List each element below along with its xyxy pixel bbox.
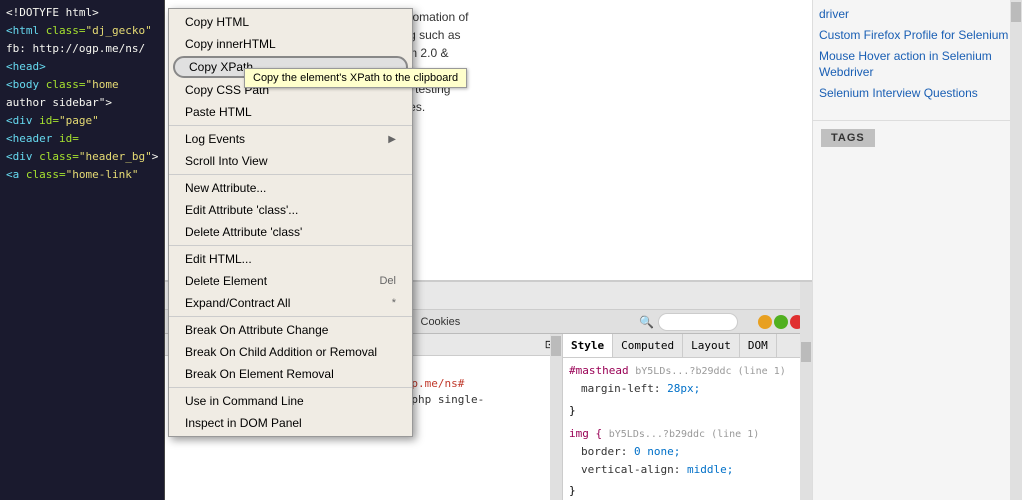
style-rule-2-props: border: 0 none; vertical-align: middle; xyxy=(581,443,806,478)
menu-item-scroll-into-view[interactable]: Scroll Into View xyxy=(169,150,412,172)
code-line-5: <body class="home xyxy=(0,76,164,94)
style-selector-1: #masthead xyxy=(569,364,629,377)
menu-item-paste-html[interactable]: Paste HTML xyxy=(169,101,412,123)
style-selector-2: img { xyxy=(569,427,602,440)
menu-label-break-attribute: Break On Attribute Change xyxy=(185,323,328,337)
tab-layout[interactable]: Layout xyxy=(683,334,740,357)
style-prop-2b: vertical-align: xyxy=(581,463,680,476)
code-line-3: fb: http://ogp.me/ns/ xyxy=(0,40,164,58)
menu-label-copy-innerhtml: Copy innerHTML xyxy=(185,37,276,51)
menu-label-paste-html: Paste HTML xyxy=(185,105,252,119)
maximize-btn[interactable] xyxy=(774,315,788,329)
tab-cookies[interactable]: Cookies xyxy=(417,314,465,330)
style-val-2a: 0 none; xyxy=(634,445,680,458)
menu-item-log-events[interactable]: Log Events ▶ xyxy=(169,128,412,150)
menu-item-inspect-dom[interactable]: Inspect in DOM Panel xyxy=(169,412,412,434)
menu-label-inspect-dom: Inspect in DOM Panel xyxy=(185,416,302,430)
style-source-2: bY5LDs...?b29ddc (line 1) xyxy=(609,429,760,440)
devtools-search-input[interactable] xyxy=(658,313,738,331)
code-panel: <!DOTYFE html> <html class="dj_gecko" fb… xyxy=(0,0,165,500)
menu-item-copy-innerhtml[interactable]: Copy innerHTML xyxy=(169,33,412,55)
style-v-scrollbar[interactable] xyxy=(800,334,812,500)
code-line-9: <div class="header_bg"> xyxy=(0,148,164,166)
menu-item-copy-html[interactable]: Copy HTML xyxy=(169,11,412,33)
code-line-7: <div id="page" xyxy=(0,112,164,130)
menu-item-delete-class[interactable]: Delete Attribute 'class' xyxy=(169,221,412,243)
menu-label-copy-html: Copy HTML xyxy=(185,15,249,29)
menu-item-break-element[interactable]: Break On Element Removal xyxy=(169,363,412,385)
menu-label-new-attribute: New Attribute... xyxy=(185,181,266,195)
minimize-btn[interactable] xyxy=(758,315,772,329)
tags-title: TAGS xyxy=(821,129,875,147)
style-row-2a: border: 0 none; xyxy=(581,443,806,461)
search-icon: 🔍 xyxy=(639,315,654,329)
menu-item-edit-class[interactable]: Edit Attribute 'class'... xyxy=(169,199,412,221)
style-panel: Style Computed Layout DOM #masthead bY5L… xyxy=(562,334,812,500)
sidebar-link-3[interactable]: Mouse Hover action in Selenium Webdriver xyxy=(819,48,1016,82)
menu-label-delete-element: Delete Element xyxy=(185,274,267,288)
menu-item-new-attribute[interactable]: New Attribute... xyxy=(169,177,412,199)
delete-shortcut: Del xyxy=(379,275,396,287)
style-scrollbar-thumb[interactable] xyxy=(801,342,811,362)
menu-label-expand-contract: Expand/Contract All xyxy=(185,296,290,310)
code-line-4: <head> xyxy=(0,58,164,76)
style-close-2: } xyxy=(569,482,806,500)
code-line-2: <html class="dj_gecko" xyxy=(0,22,164,40)
devtools-search-area: 🔍 xyxy=(639,313,738,331)
style-source-1: bY5LDs...?b29ddc (line 1) xyxy=(635,366,786,377)
sidebar-v-scrollbar[interactable] xyxy=(1010,0,1022,500)
style-content: #masthead bY5LDs...?b29ddc (line 1) marg… xyxy=(563,358,812,500)
xpath-tooltip: Copy the element's XPath to the clipboar… xyxy=(244,68,467,88)
log-events-arrow: ▶ xyxy=(388,134,396,145)
code-line-6: author sidebar"> xyxy=(0,94,164,112)
style-rule-1-props: margin-left: 28px; xyxy=(581,380,806,398)
style-prop-1: margin-left: xyxy=(581,382,660,395)
menu-label-command-line: Use in Command Line xyxy=(185,394,304,408)
html-scrollbar-thumb[interactable] xyxy=(551,336,561,356)
separator-2 xyxy=(169,174,412,175)
menu-item-break-child[interactable]: Break On Child Addition or Removal xyxy=(169,341,412,363)
tab-computed[interactable]: Computed xyxy=(613,334,683,357)
sidebar-link-2[interactable]: Custom Firefox Profile for Selenium xyxy=(819,27,1016,44)
style-rule-1: #masthead bY5LDs...?b29ddc (line 1) xyxy=(569,362,806,380)
sidebar-links-area: driver Custom Firefox Profile for Seleni… xyxy=(813,0,1022,112)
menu-label-scroll-into-view: Scroll Into View xyxy=(185,154,267,168)
sidebar-link-1[interactable]: driver xyxy=(819,6,1016,23)
separator-4 xyxy=(169,316,412,317)
style-prop-2a: border: xyxy=(581,445,627,458)
html-v-scrollbar[interactable] xyxy=(550,334,562,500)
tooltip-text: Copy the element's XPath to the clipboar… xyxy=(253,72,458,84)
separator-5 xyxy=(169,387,412,388)
separator-1 xyxy=(169,125,412,126)
tab-style[interactable]: Style xyxy=(563,334,613,357)
style-row-2b: vertical-align: middle; xyxy=(581,461,806,479)
menu-item-expand-contract[interactable]: Expand/Contract All * xyxy=(169,292,412,314)
menu-label-break-child: Break On Child Addition or Removal xyxy=(185,345,377,359)
style-val-1: 28px; xyxy=(667,382,700,395)
expand-shortcut: * xyxy=(392,297,396,309)
tags-section: TAGS xyxy=(813,120,1022,163)
style-rule-2: img { bY5LDs...?b29ddc (line 1) xyxy=(569,425,806,443)
menu-item-delete-element[interactable]: Delete Element Del xyxy=(169,270,412,292)
menu-item-break-attribute[interactable]: Break On Attribute Change xyxy=(169,319,412,341)
menu-label-edit-class: Edit Attribute 'class'... xyxy=(185,203,298,217)
tab-dom-panel[interactable]: DOM xyxy=(740,334,777,357)
menu-label-delete-class: Delete Attribute 'class' xyxy=(185,225,302,239)
right-sidebar: driver Custom Firefox Profile for Seleni… xyxy=(812,0,1022,500)
style-val-2b: middle; xyxy=(687,463,733,476)
menu-item-command-line[interactable]: Use in Command Line xyxy=(169,390,412,412)
menu-item-edit-html[interactable]: Edit HTML... xyxy=(169,248,412,270)
code-line-10: <a class="home-link" xyxy=(0,166,164,184)
code-line-1: <!DOTYFE html> xyxy=(0,4,164,22)
menu-label-edit-html: Edit HTML... xyxy=(185,252,252,266)
style-close-1: } xyxy=(569,402,806,420)
sidebar-link-4[interactable]: Selenium Interview Questions xyxy=(819,85,1016,102)
window-controls xyxy=(758,315,804,329)
menu-label-break-element: Break On Element Removal xyxy=(185,367,334,381)
sidebar-scrollbar-thumb[interactable] xyxy=(1011,2,1021,22)
style-panel-tabs: Style Computed Layout DOM xyxy=(563,334,812,358)
menu-label-log-events: Log Events xyxy=(185,132,245,146)
code-line-8: <header id= xyxy=(0,130,164,148)
separator-3 xyxy=(169,245,412,246)
